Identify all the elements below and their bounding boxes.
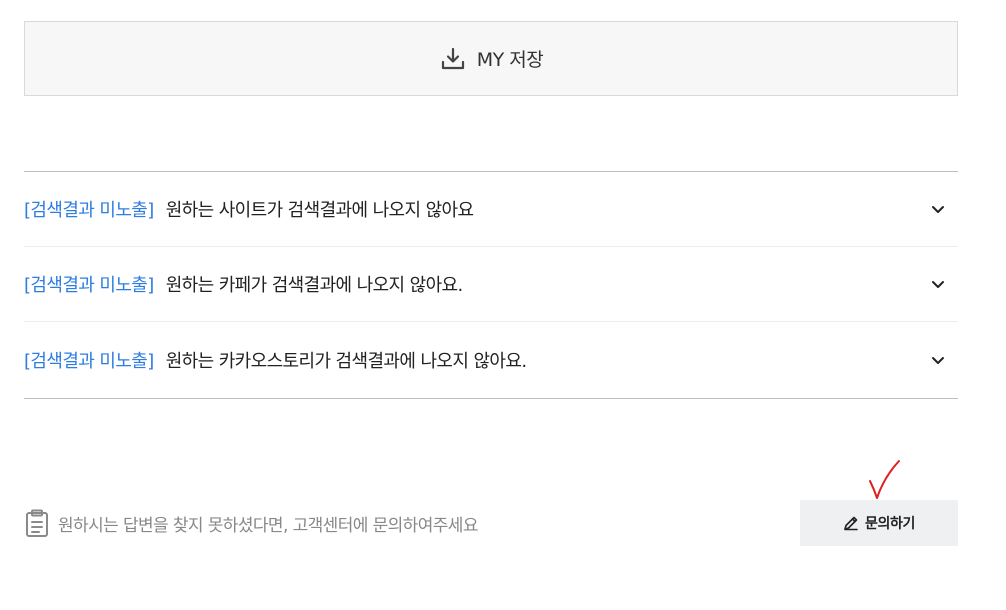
my-save-button[interactable]: MY 저장	[24, 21, 958, 96]
chevron-down-icon[interactable]	[928, 350, 948, 370]
faq-category: [검색결과 미노출]	[24, 351, 154, 372]
chevron-down-icon[interactable]	[928, 274, 948, 294]
clipboard-icon	[24, 508, 50, 538]
help-text: 원하시는 답변을 찾지 못하셨다면, 고객센터에 문의하여주세요	[58, 515, 478, 536]
pencil-icon	[843, 515, 859, 531]
faq-item-text: [검색결과 미노출] 원하는 카카오스토리가 검색결과에 나오지 않아요.	[24, 347, 527, 373]
chevron-down-icon[interactable]	[928, 199, 948, 219]
check-mark-annotation-icon	[869, 460, 900, 499]
faq-item[interactable]: [검색결과 미노출] 원하는 카카오스토리가 검색결과에 나오지 않아요.	[24, 322, 958, 398]
faq-item[interactable]: [검색결과 미노출] 원하는 카페가 검색결과에 나오지 않아요.	[24, 247, 958, 322]
footer-row: 원하시는 답변을 찾지 못하셨다면, 고객센터에 문의하여주세요 문의하기	[24, 500, 958, 546]
faq-item[interactable]: [검색결과 미노출] 원하는 사이트가 검색결과에 나오지 않아요	[24, 172, 958, 247]
faq-question: 원하는 카카오스토리가 검색결과에 나오지 않아요.	[165, 351, 527, 372]
faq-list: [검색결과 미노출] 원하는 사이트가 검색결과에 나오지 않아요 [검색결과 …	[24, 171, 958, 399]
faq-item-text: [검색결과 미노출] 원하는 사이트가 검색결과에 나오지 않아요	[24, 196, 474, 222]
my-save-label: MY 저장	[476, 49, 544, 71]
faq-question: 원하는 사이트가 검색결과에 나오지 않아요	[165, 200, 474, 221]
faq-category: [검색결과 미노출]	[24, 275, 154, 296]
faq-question: 원하는 카페가 검색결과에 나오지 않아요.	[165, 275, 464, 296]
download-icon	[439, 45, 467, 73]
faq-category: [검색결과 미노출]	[24, 200, 154, 221]
inquiry-button[interactable]: 문의하기	[800, 500, 958, 546]
my-save-content: MY 저장	[439, 45, 544, 73]
faq-item-text: [검색결과 미노출] 원하는 카페가 검색결과에 나오지 않아요.	[24, 271, 463, 297]
help-message: 원하시는 답변을 찾지 못하셨다면, 고객센터에 문의하여주세요	[24, 508, 478, 538]
inquiry-label: 문의하기	[865, 515, 915, 531]
